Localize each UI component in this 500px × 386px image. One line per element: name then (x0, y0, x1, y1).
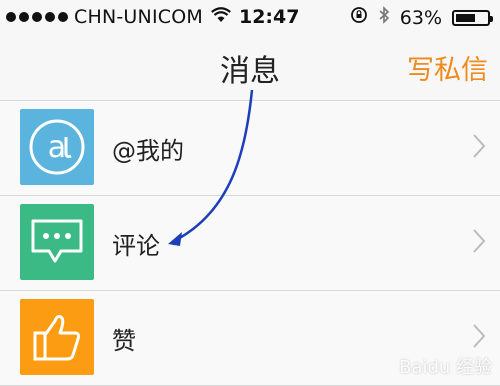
svg-text:a: a (48, 130, 66, 165)
status-time: 12:47 (238, 6, 300, 28)
list-item-label: @我的 (112, 137, 184, 165)
chevron-right-icon (472, 133, 486, 163)
status-right: 63% (350, 6, 493, 29)
bluetooth-icon (378, 6, 390, 29)
thumbs-up-icon (20, 299, 94, 375)
compose-message-button[interactable]: 写私信 (407, 48, 488, 87)
battery-percent: 63% (399, 6, 442, 29)
at-sign-icon: a (20, 109, 94, 185)
status-left: CHN-UNICOM 12:47 (6, 6, 299, 28)
list-item-mentions[interactable]: a @我的 (0, 101, 500, 196)
nav-bar: 消息 写私信 (0, 32, 500, 101)
battery-fill (456, 13, 475, 22)
comment-bubble-icon (20, 204, 94, 280)
rotation-lock-icon (350, 6, 368, 29)
watermark-logo: Baidu 经验 (399, 357, 492, 378)
list-item-comments[interactable]: 评论 (0, 196, 500, 291)
carrier-name: CHN-UNICOM (74, 6, 203, 28)
status-bar: CHN-UNICOM 12:47 63% (0, 0, 500, 32)
chevron-right-icon (472, 228, 486, 258)
list-item-label: 赞 (112, 327, 136, 355)
battery-icon (452, 9, 493, 26)
signal-dots-icon (6, 12, 68, 22)
list-item-label: 评论 (112, 232, 160, 260)
wifi-icon (211, 6, 231, 28)
message-list: a @我的 评论 赞 (0, 101, 500, 386)
chevron-right-icon (472, 323, 486, 353)
